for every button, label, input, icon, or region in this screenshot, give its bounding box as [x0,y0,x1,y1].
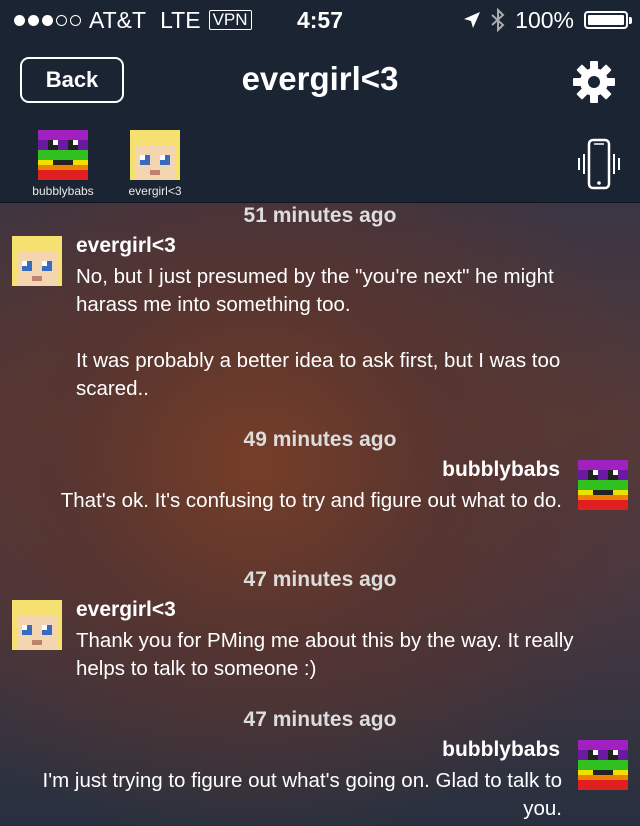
bluetooth-icon [491,8,505,32]
navigation-bar: Back evergirl<3 [0,40,640,122]
message-body: I'm just trying to figure out what's goi… [2,767,562,823]
message-sender: evergirl<3 [76,234,176,257]
blonde-avatar-icon[interactable] [12,600,62,650]
message-timestamp: 49 minutes ago [243,428,397,451]
battery-icon [584,11,632,29]
status-right: 100% [463,0,632,40]
participant-name: evergirl<3 [128,184,182,198]
message-body: Thank you for PMing me about this by the… [76,627,606,683]
message-sender: bubblybabs [442,738,560,761]
rainbow-avatar-icon[interactable] [578,740,628,790]
message-paragraph: That's ok. It's confusing to try and fig… [60,489,562,512]
message-paragraph: It was probably a better idea to ask fir… [76,349,561,400]
participant-name: bubblybabs [32,184,94,198]
status-left: AT&T LTE VPN [14,0,252,40]
chat-area[interactable]: 51 minutes ago evergirl<3 No, but I just… [0,203,640,826]
message-sender: bubblybabs [442,458,560,481]
location-arrow-icon [463,11,481,29]
status-bar: AT&T LTE VPN 4:57 100% [0,0,640,40]
participant-bubblybabs[interactable]: bubblybabs [18,130,108,198]
message-body: That's ok. It's confusing to try and fig… [2,487,562,515]
message-timestamp: 47 minutes ago [243,708,397,731]
gear-icon[interactable] [572,60,616,104]
phone-vibrate-icon[interactable] [576,136,622,192]
blonde-avatar-icon [130,130,180,180]
blonde-avatar-icon[interactable] [12,236,62,286]
rainbow-avatar-icon [38,130,88,180]
signal-strength-icon [14,14,81,26]
rainbow-avatar-icon[interactable] [578,460,628,510]
message-body: No, but I just presumed by the "you're n… [76,263,606,403]
carrier-label: AT&T [89,7,147,33]
participant-evergirl[interactable]: evergirl<3 [110,130,200,198]
message-timestamp: 51 minutes ago [243,204,397,227]
message-paragraph: I'm just trying to figure out what's goi… [42,769,562,820]
message-timestamp: 47 minutes ago [243,568,397,591]
message-sender: evergirl<3 [76,598,176,621]
page-title: evergirl<3 [241,60,399,97]
participants-bar: bubblybabs evergirl<3 [0,122,640,203]
network-label: LTE [160,7,201,33]
vpn-badge: VPN [208,10,252,30]
battery-percent: 100% [515,7,574,33]
message-paragraph: Thank you for PMing me about this by the… [76,629,574,680]
message-paragraph: No, but I just presumed by the "you're n… [76,265,554,316]
